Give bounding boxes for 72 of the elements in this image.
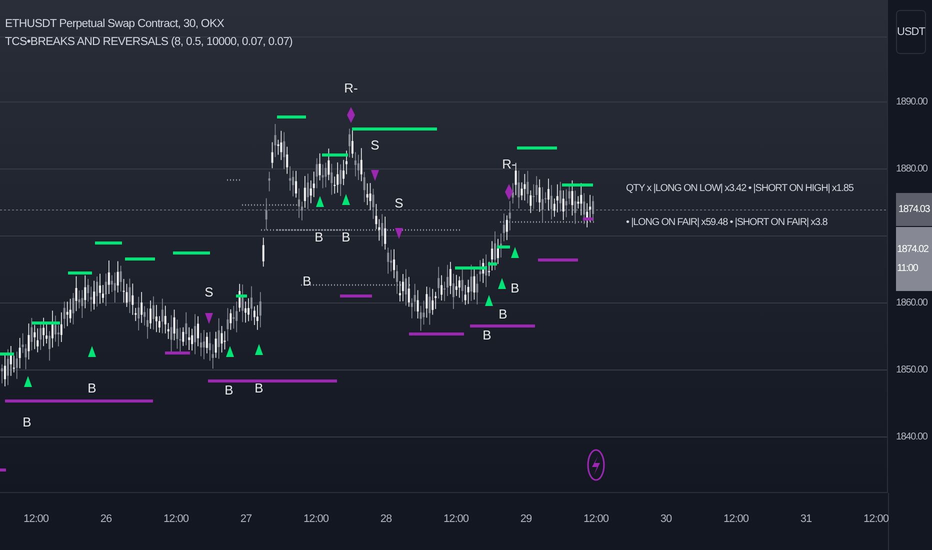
buy-triangle-icon (88, 346, 96, 357)
dotted-level-line (240, 204, 300, 206)
currency-button[interactable]: USDT (896, 10, 926, 54)
signal-label: B (510, 280, 520, 296)
buy-triangle-icon (316, 196, 324, 207)
signal-label: B (22, 414, 32, 430)
price-axis-label: 1890.00 (896, 96, 928, 108)
price-axis-label: 1850.00 (896, 364, 928, 376)
time-axis-label: 26 (100, 513, 112, 525)
time-axis-label: 28 (380, 513, 392, 525)
time-axis-label: 30 (660, 513, 672, 525)
buy-triangle-icon (255, 344, 263, 355)
buy-triangle-icon (485, 295, 493, 306)
time-axis-label: 12:00 (583, 513, 609, 525)
resistance-level-line (277, 116, 306, 118)
support-level-line (340, 294, 372, 298)
symbol-title: ETHUSDT Perpetual Swap Contract, 30, OKX (5, 18, 224, 30)
support-level-line (165, 352, 190, 354)
time-axis-label: 27 (240, 513, 252, 525)
price-value: 1874.02 (896, 244, 930, 255)
signal-label: B (88, 380, 96, 396)
time-axis-label: 12:00 (163, 513, 189, 525)
signal-label: S (204, 284, 214, 300)
resistance-level-line (32, 322, 60, 324)
time-axis-label: 12:00 (443, 513, 469, 525)
time-axis-label: 12:00 (863, 513, 889, 525)
sell-triangle-icon (395, 228, 403, 239)
time-axis-label: 12:00 (23, 513, 49, 525)
position-info-text: • |LONG ON FAIR| x59.48 • |SHORT ON FAIR| x3.8 (626, 217, 828, 228)
indicator-title: TCS•BREAKS AND REVERSALS (8, 0.5, 10000, 0.07, 0.07) (5, 36, 292, 48)
diamond-icon (505, 184, 513, 200)
lightning-icon (587, 449, 605, 481)
countdown-time: 11:00 (896, 263, 919, 274)
signal-label: B (224, 382, 234, 398)
price-axis-label: 1840.00 (896, 432, 928, 442)
dotted-level-line (225, 179, 240, 181)
buy-triangle-icon (511, 247, 519, 258)
price-axis-label: 1860.00 (896, 298, 928, 308)
price-axis-label: 1880.00 (896, 164, 928, 174)
time-axis-label: 29 (520, 513, 532, 525)
resistance-level-line (517, 146, 557, 150)
support-level-line (538, 258, 578, 262)
resistance-level-line (125, 258, 155, 260)
resistance-level-line (173, 252, 210, 254)
sell-triangle-icon (205, 313, 213, 324)
signal-label: R- (344, 80, 358, 96)
sell-triangle-icon (371, 170, 379, 181)
time-axis-label: 31 (800, 513, 812, 525)
signal-label: R- (502, 156, 516, 172)
signal-label: S (370, 138, 380, 152)
signal-label: B (498, 306, 508, 322)
support-level-line (409, 332, 464, 336)
position-info-text: QTY x |LONG ON LOW| x3.42 • |SHORT ON HIGH| x1.85 (626, 183, 854, 194)
buy-triangle-icon (24, 376, 32, 387)
signal-label: B (482, 328, 492, 342)
signal-label: B (342, 230, 350, 244)
time-axis-label: 12:00 (723, 513, 749, 525)
buy-triangle-icon (498, 278, 506, 289)
last-price-label: 1874.03 (896, 193, 932, 226)
signal-label: B (302, 274, 312, 288)
resistance-level-line (562, 184, 593, 186)
buy-triangle-icon (342, 194, 350, 205)
signal-label: S (394, 196, 404, 210)
resistance-level-line (95, 242, 122, 244)
support-level-line (470, 324, 535, 328)
resistance-level-line (322, 154, 348, 156)
signal-label: B (254, 380, 264, 396)
resistance-level-line (68, 272, 92, 274)
diamond-icon (347, 107, 355, 123)
signal-label: B (314, 230, 324, 244)
time-axis-label: 12:00 (303, 513, 329, 525)
buy-triangle-icon (226, 346, 234, 357)
